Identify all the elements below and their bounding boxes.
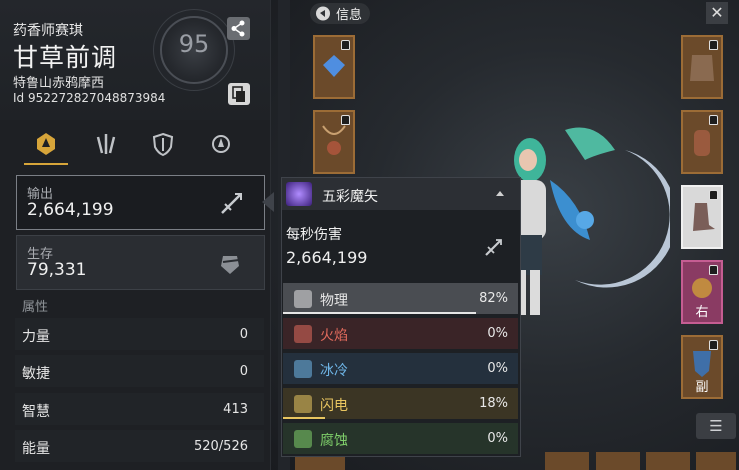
damage-breakdown-popup: 五彩魔矢 每秒伤害 2,664,199 物理 82% 火焰 0% 冰冷 0% 闪电 18% 腐蚀… [281,177,521,457]
level-number: 95 [178,30,210,58]
bottom-slot[interactable] [545,452,589,470]
server-name: 特鲁山赤鸦摩西 [13,76,105,91]
skill-tab-icon [96,134,116,154]
element-percent: 0% [487,431,508,446]
copy-icon [232,86,245,102]
copy-id-button[interactable] [228,83,250,105]
attribute-value: 0 [239,327,248,342]
element-row-physical: 物理 82% [283,283,518,314]
class-label: 药香师赛琪 [13,23,83,39]
attributes-heading: 属性 [22,300,49,315]
cold-element-icon [294,360,312,378]
element-name: 冰冷 [320,363,348,379]
attribute-row-agility: 敏捷 0 [15,355,264,387]
skill-name: 五彩魔矢 [322,189,378,205]
equipment-slot-offhand[interactable]: 副 [681,335,723,399]
info-icon [316,6,330,21]
shield-tab-icon [152,132,174,157]
lock-icon [341,40,350,50]
character-name: 甘草前调 [13,43,118,72]
element-percent: 18% [479,396,508,411]
sword-icon [221,193,242,214]
right-hand-tag: 右 [695,305,709,320]
element-share-bar [283,417,325,419]
bottom-slot[interactable] [646,452,690,470]
compass-tab-icon [212,135,230,153]
attribute-name: 能量 [22,441,50,457]
equipment-slot-right-hand[interactable]: 右 [681,260,723,324]
armor-icon [221,256,240,274]
share-button[interactable] [227,17,250,40]
sword-icon [485,239,502,256]
lock-icon [709,40,718,50]
lock-icon [709,190,718,200]
element-percent: 0% [487,326,508,341]
attribute-name: 力量 [22,329,50,345]
element-name: 物理 [320,293,348,309]
attribute-name: 敏捷 [22,366,50,382]
corrosion-element-icon [294,430,312,448]
attribute-value: 413 [223,402,248,417]
element-row-lightning: 闪电 18% [283,388,518,419]
equipment-slot-gloves[interactable] [681,110,723,174]
tab-defense[interactable] [141,127,185,163]
element-percent: 0% [487,361,508,376]
attack-tab-icon [37,133,55,155]
character-panel: 药香师赛琪 甘草前调 特鲁山赤鸦摩西 Id 952272827048873984… [0,0,271,470]
lock-icon [709,265,718,275]
fire-element-icon [294,325,312,343]
element-row-cold: 冰冷 0% [283,353,518,384]
bottom-slot[interactable] [596,452,640,470]
equipment-slot-amulet[interactable] [313,35,355,99]
list-toggle-button[interactable]: ☰ [696,413,736,439]
element-name: 火焰 [320,328,348,344]
tab-misc[interactable] [199,127,243,163]
element-share-bar [283,312,476,314]
lock-icon [709,115,718,125]
equipment-slot-boots[interactable] [681,185,723,249]
attribute-row-intelligence: 智慧 413 [15,393,264,425]
close-button[interactable]: ✕ [706,2,728,24]
output-stat-box[interactable]: 输出 2,664,199 [16,175,265,230]
survival-value: 79,331 [27,260,87,280]
tab-skill[interactable] [84,127,128,163]
dps-label: 每秒伤害 [286,227,342,243]
element-row-fire: 火焰 0% [283,318,518,349]
bottom-slot[interactable] [696,452,736,470]
element-row-corrosion: 腐蚀 0% [283,423,518,454]
attribute-name: 智慧 [22,404,50,420]
element-percent: 82% [479,291,508,306]
dropdown-arrow-icon [496,191,504,196]
lock-icon [341,115,350,125]
tab-attack[interactable] [24,127,68,165]
info-label: 信息 [336,8,363,23]
lightning-element-icon [294,395,312,413]
physical-element-icon [294,290,312,308]
output-value: 2,664,199 [27,200,114,220]
equipment-slot-chest[interactable] [681,35,723,99]
element-name: 闪电 [320,398,348,414]
skill-selector[interactable]: 五彩魔矢 [282,178,520,210]
attribute-row-strength: 力量 0 [15,318,264,350]
skill-icon [286,182,312,206]
attribute-value: 0 [239,364,248,379]
element-name: 腐蚀 [320,433,348,449]
attribute-row-energy: 能量 520/526 [15,430,264,462]
lock-icon [709,340,718,350]
dps-value: 2,664,199 [286,248,368,267]
attribute-value: 520/526 [193,439,248,454]
offhand-tag: 副 [695,380,709,395]
survival-stat-box[interactable]: 生存 79,331 [16,235,265,290]
equipment-slot-necklace[interactable] [313,110,355,174]
share-icon [231,20,245,37]
popup-pointer [262,192,274,212]
player-id: Id 952272827048873984 [13,91,166,105]
